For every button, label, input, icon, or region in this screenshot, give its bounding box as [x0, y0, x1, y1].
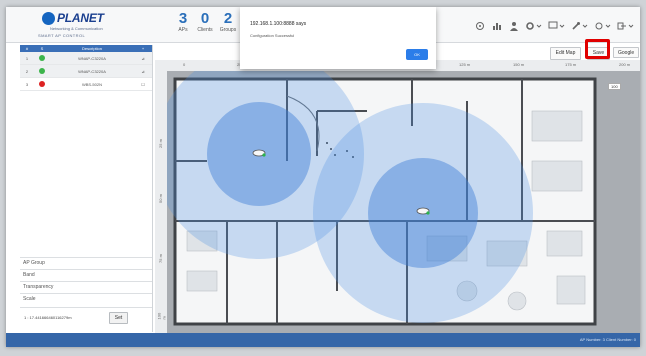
stat-aps-value: 3 [178, 10, 188, 27]
stat-groups-value: 2 [223, 10, 233, 27]
chart-icon[interactable] [490, 19, 504, 33]
logout-icon[interactable] [616, 19, 636, 33]
checkbox[interactable]: ☐ [134, 82, 152, 87]
logo-subtitle: Networking & Communication [50, 26, 103, 31]
status-online-icon [34, 54, 50, 62]
access-point-icon[interactable] [252, 149, 266, 157]
place-on-map-icon[interactable]: ⊿ [134, 56, 152, 61]
map-provider-label: Google [618, 50, 635, 56]
monitor-icon[interactable] [547, 19, 567, 33]
ruler-tick: 125 m [459, 62, 471, 67]
transparency-select[interactable]: Transparency [20, 281, 152, 292]
stat-clients[interactable]: 0 Clients [195, 10, 215, 34]
access-point-icon[interactable] [416, 207, 430, 215]
ruler-tick: 150 m [513, 62, 525, 67]
ruler-tick: 25 m [157, 139, 163, 148]
floor-plan-map[interactable]: 100 [167, 71, 640, 333]
col-add[interactable]: + [134, 45, 152, 52]
ruler-tick: 75 m [157, 254, 163, 263]
ap-table-header: # S Description + [20, 45, 152, 52]
dialog-title: 192.168.1.100:8888 says [250, 21, 307, 27]
scale-label: Scale [20, 293, 152, 304]
app-window: PLANET Networking & Communication SMART … [6, 7, 640, 347]
stat-aps-label: APs [178, 27, 188, 33]
row-index: 3 [25, 81, 29, 87]
row-index: 1 [25, 55, 29, 61]
status-offline-icon [34, 80, 50, 88]
ruler-tick: 100 m [156, 312, 167, 320]
header-toolbar [473, 19, 636, 33]
stat-groups[interactable]: 2 Groups [218, 10, 238, 34]
ap-group-select[interactable]: AP Group [20, 257, 152, 268]
dialog-message: Configuration Successful [250, 33, 295, 38]
table-row[interactable]: 2 WNAP-C3220A ⊿ [20, 65, 152, 78]
table-row[interactable]: 1 WNAP-C3220A ⊿ [20, 52, 152, 65]
user-icon[interactable] [507, 19, 521, 33]
status-online-icon [34, 67, 50, 75]
place-on-map-icon[interactable]: ⊿ [134, 69, 152, 74]
zoom-scale-badge[interactable]: 100 [608, 83, 621, 90]
map-provider-select[interactable]: Google ▾ [613, 47, 639, 67]
ok-button[interactable]: OK [406, 49, 428, 60]
save-highlight-box [585, 39, 610, 59]
row-description: WBS-502N [81, 81, 102, 87]
col-index[interactable]: # [20, 45, 34, 52]
col-description[interactable]: Description [50, 45, 134, 52]
band-select[interactable]: Band [20, 269, 152, 280]
settings-icon[interactable] [524, 19, 544, 33]
ruler-tick: 200 m [619, 62, 631, 67]
row-description: WNAP-C3220A [78, 55, 106, 61]
planet-logo: PLANET Networking & Communication SMART … [30, 10, 120, 38]
stat-clients-value: 0 [200, 10, 210, 27]
ap-list-panel: # S Description + 1 WNAP-C3220A ⊿ 2 WNAP… [20, 45, 153, 332]
refresh-icon[interactable] [473, 19, 487, 33]
stat-clients-label: Clients [197, 27, 213, 33]
floor-plan-svg [167, 71, 597, 326]
logo-globe-icon [42, 12, 55, 25]
scale-value[interactable]: 1 : 17.441666460116279m [24, 315, 72, 320]
scale-row: 1 : 17.441666460116279m Set [20, 307, 152, 328]
stat-groups-label: Groups [219, 27, 237, 33]
edit-map-button[interactable]: Edit Map [550, 47, 581, 60]
footer-status-text: AP Number: 3 Client Number: 0 [579, 337, 636, 342]
stat-aps[interactable]: 3 APs [176, 10, 190, 34]
ruler-tick: 0 [183, 62, 186, 67]
alert-dialog: 192.168.1.100:8888 says Configuration Su… [240, 7, 436, 69]
logo-product-name: SMART AP CONTROL [38, 33, 86, 38]
ruler-tick: 50 m [157, 194, 163, 203]
sync-icon[interactable] [593, 19, 613, 33]
set-scale-button[interactable]: Set [109, 312, 128, 324]
row-index: 2 [25, 68, 29, 74]
col-status[interactable]: S [34, 45, 50, 52]
row-description: WNAP-C3220A [78, 68, 106, 74]
tools-icon[interactable] [570, 19, 590, 33]
status-footer: AP Number: 3 Client Number: 0 [6, 333, 640, 347]
table-row[interactable]: 3 WBS-502N ☐ [20, 78, 152, 91]
logo-text: PLANET [57, 11, 104, 25]
ruler-tick: 175 m [565, 62, 577, 67]
